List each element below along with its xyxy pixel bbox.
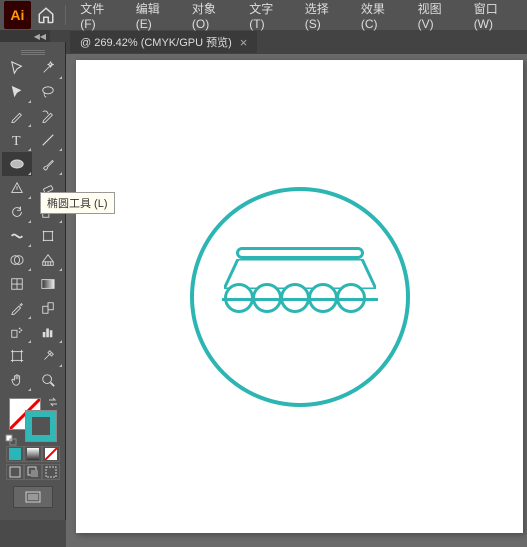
type-tool[interactable]: T bbox=[2, 128, 32, 152]
menu-effect[interactable]: 效果(C) bbox=[353, 0, 408, 35]
default-fill-stroke-icon[interactable] bbox=[5, 434, 17, 446]
artwork-top-bar bbox=[236, 247, 364, 259]
line-tool[interactable] bbox=[33, 128, 63, 152]
menu-view[interactable]: 视图(V) bbox=[410, 0, 464, 35]
paintbrush-tool[interactable] bbox=[33, 152, 63, 176]
eyedropper-tool[interactable] bbox=[2, 296, 32, 320]
artwork[interactable] bbox=[190, 187, 410, 407]
menu-edit[interactable]: 编辑(E) bbox=[128, 0, 182, 35]
menu-select[interactable]: 选择(S) bbox=[297, 0, 351, 35]
document-tab[interactable]: @ 269.42% (CMYK/GPU 预览) × bbox=[70, 31, 257, 53]
document-tab-label: @ 269.42% (CMYK/GPU 预览) bbox=[80, 34, 232, 50]
free-transform-tool[interactable] bbox=[33, 224, 63, 248]
shaper-tool[interactable] bbox=[2, 176, 32, 200]
magic-wand-tool[interactable] bbox=[33, 56, 63, 80]
app-logo: Ai bbox=[4, 1, 31, 29]
artwork-underline bbox=[222, 298, 378, 301]
draw-behind[interactable] bbox=[24, 464, 42, 480]
menu-file[interactable]: 文件(F) bbox=[72, 0, 125, 35]
selection-tool[interactable] bbox=[2, 56, 32, 80]
canvas-area[interactable] bbox=[66, 54, 527, 547]
color-mode-none[interactable] bbox=[42, 446, 60, 462]
svg-text:T: T bbox=[12, 134, 21, 147]
screen-mode-button[interactable] bbox=[13, 486, 53, 508]
draw-mode-row bbox=[2, 464, 63, 480]
tools-panel: T bbox=[0, 42, 66, 520]
collapse-icon: ◀◀ bbox=[34, 32, 46, 41]
swap-fill-stroke-icon[interactable] bbox=[47, 396, 59, 408]
slice-tool[interactable] bbox=[33, 344, 63, 368]
color-mode-row bbox=[2, 446, 63, 462]
ellipse-tool[interactable] bbox=[2, 152, 32, 176]
curvature-tool[interactable] bbox=[33, 104, 63, 128]
separator bbox=[65, 5, 66, 25]
hand-tool[interactable] bbox=[2, 368, 32, 392]
width-tool[interactable] bbox=[2, 224, 32, 248]
symbol-sprayer-tool[interactable] bbox=[2, 320, 32, 344]
home-icon[interactable] bbox=[33, 1, 60, 29]
perspective-grid-tool[interactable] bbox=[33, 248, 63, 272]
shape-builder-tool[interactable] bbox=[2, 248, 32, 272]
menu-window[interactable]: 窗口(W) bbox=[466, 0, 523, 35]
artboard-tool[interactable] bbox=[2, 344, 32, 368]
column-graph-tool[interactable] bbox=[33, 320, 63, 344]
artboard[interactable] bbox=[76, 60, 523, 533]
draw-normal[interactable] bbox=[6, 464, 24, 480]
draw-inside[interactable] bbox=[42, 464, 60, 480]
close-icon[interactable]: × bbox=[240, 35, 248, 50]
color-mode-solid[interactable] bbox=[6, 446, 24, 462]
menu-type[interactable]: 文字(T) bbox=[241, 0, 294, 35]
rotate-tool[interactable] bbox=[2, 200, 32, 224]
mesh-tool[interactable] bbox=[2, 272, 32, 296]
blend-tool[interactable] bbox=[33, 296, 63, 320]
zoom-tool[interactable] bbox=[33, 368, 63, 392]
lasso-tool[interactable] bbox=[33, 80, 63, 104]
direct-selection-tool[interactable] bbox=[2, 80, 32, 104]
panel-collapse-bar[interactable]: ◀◀ bbox=[0, 30, 50, 42]
menu-bar: Ai 文件(F) 编辑(E) 对象(O) 文字(T) 选择(S) 效果(C) 视… bbox=[0, 0, 527, 30]
stroke-swatch[interactable] bbox=[25, 410, 57, 442]
color-mode-gradient[interactable] bbox=[24, 446, 42, 462]
tool-tooltip: 椭圆工具 (L) bbox=[40, 192, 115, 214]
pen-tool[interactable] bbox=[2, 104, 32, 128]
gradient-tool[interactable] bbox=[33, 272, 63, 296]
panel-grip[interactable] bbox=[2, 46, 63, 54]
menu-object[interactable]: 对象(O) bbox=[184, 0, 239, 35]
fill-stroke-swatches[interactable] bbox=[9, 398, 57, 442]
